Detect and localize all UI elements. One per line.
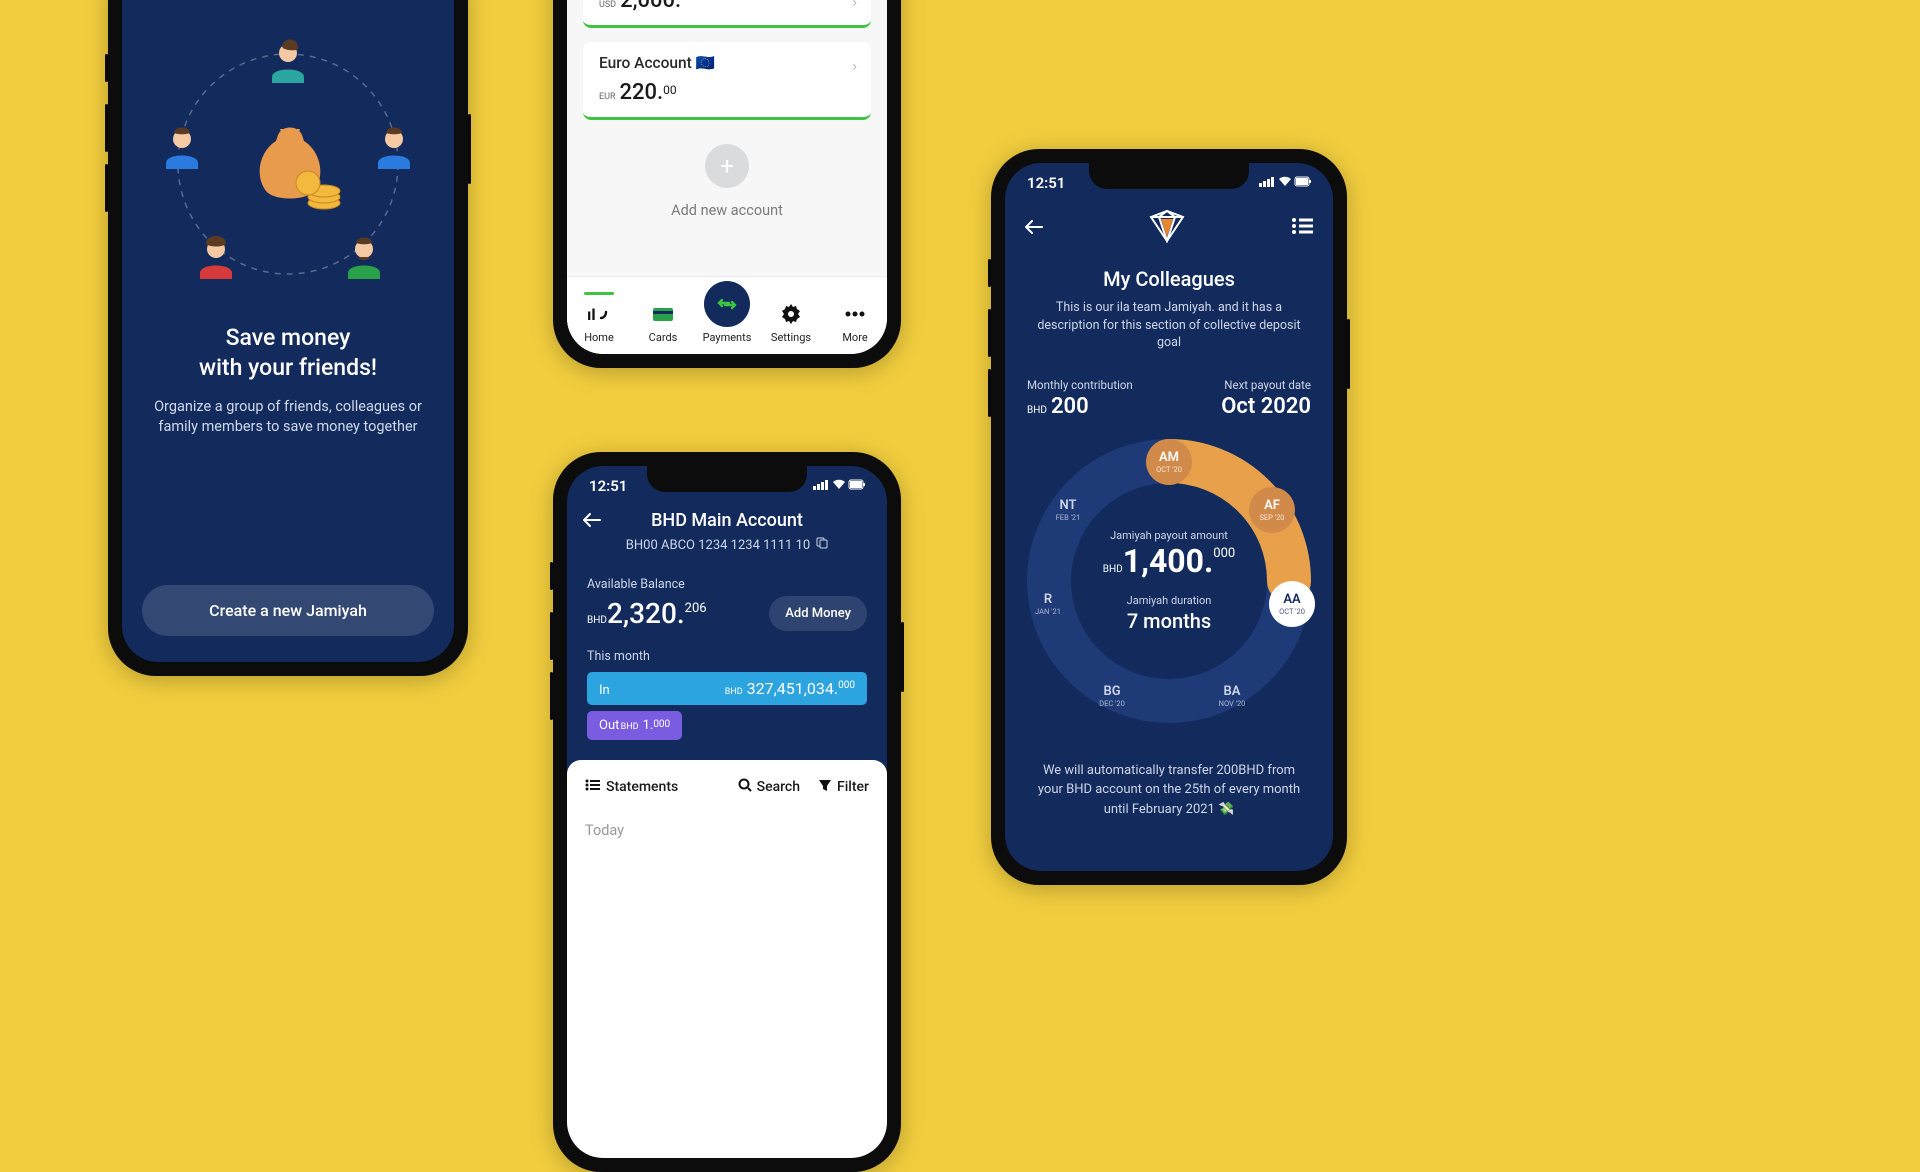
diamond-logo-icon (1043, 209, 1291, 247)
card-icon (635, 301, 691, 327)
status-icons (1259, 174, 1311, 192)
participant-chip[interactable]: RJAN '21 (1025, 581, 1071, 627)
back-arrow-icon[interactable] (583, 512, 601, 531)
statements-button[interactable]: Statements (585, 779, 678, 795)
status-icons (813, 477, 865, 495)
section-today: Today (585, 822, 869, 839)
search-icon (738, 778, 752, 796)
flag-eu-icon: 🇪🇺 (696, 54, 715, 72)
phone-accounts-list: › USD2,000. › Euro Account 🇪🇺 EUR220.00 … (553, 0, 901, 368)
duration-value: 7 months (1079, 609, 1259, 633)
menu-list-icon[interactable] (1291, 218, 1313, 238)
balance-amount: BHD2,320.206 (587, 597, 707, 630)
account-card-euro[interactable]: › Euro Account 🇪🇺 EUR220.00 (583, 42, 871, 120)
phone-jamiyah-onboarding: Jamiyah (108, 0, 468, 676)
home-logo-icon: ıl (571, 301, 627, 327)
tab-cards[interactable]: Cards (635, 301, 691, 344)
transactions-panel: Statements Search Filter Today (567, 760, 887, 1158)
this-month-label: This month (587, 649, 867, 664)
more-dots-icon (827, 301, 883, 327)
payout-amount: BHD1,400.000 (1079, 542, 1259, 580)
account-title: BHD Main Account (583, 510, 871, 531)
page-description: This is our ila team Jamiyah. and it has… (1027, 299, 1311, 352)
participant-chip[interactable]: BANOV '20 (1209, 673, 1255, 719)
copy-icon[interactable] (816, 537, 828, 553)
search-button[interactable]: Search (738, 778, 800, 796)
create-jamiyah-button[interactable]: Create a new Jamiyah (142, 585, 434, 636)
chevron-right-icon: › (852, 0, 857, 11)
account-card-title: Euro Account 🇪🇺 (599, 54, 855, 72)
status-time: 12:51 (589, 477, 627, 495)
participant-chip[interactable]: AFSEP '20 (1249, 487, 1295, 533)
onboarding-subtext: Organize a group of friends, colleagues … (142, 397, 434, 438)
tab-more[interactable]: More (827, 301, 883, 344)
gear-icon (763, 301, 819, 327)
svg-text:ıl: ıl (587, 305, 596, 323)
tab-payments[interactable]: Payments (699, 297, 755, 344)
filter-icon (818, 778, 832, 796)
tab-home[interactable]: ıl Home (571, 292, 627, 344)
participant-chip[interactable]: AMOCT '20 (1146, 439, 1192, 485)
friends-illustration (122, 19, 454, 303)
auto-transfer-note: We will automatically transfer 200BHD fr… (1031, 761, 1307, 820)
account-card-usd[interactable]: › USD2,000. (583, 0, 871, 28)
participant-chip[interactable]: NTFEB '21 (1045, 487, 1091, 533)
monthly-contribution: Monthly contribution BHD200 (1027, 378, 1133, 419)
inflow-bar: In BHD327,451,034.000 (587, 672, 867, 705)
phone-bhd-account: 12:51 BHD Main Account BH00 ABCO 1234 12… (553, 452, 901, 1172)
page-title: My Colleagues (1005, 267, 1333, 291)
bottom-tab-bar: ıl Home Cards Payments Settings More (567, 276, 887, 354)
iban-number: BH00 ABCO 1234 1234 1111 10 (583, 537, 871, 553)
filter-button[interactable]: Filter (818, 778, 869, 796)
status-time: 12:51 (1027, 174, 1065, 192)
outflow-bar: Out BHD1.000 (587, 711, 682, 740)
participant-chip[interactable]: BGDEC '20 (1089, 673, 1135, 719)
onboarding-heading: Save money with your friends! (142, 323, 434, 383)
add-account-button[interactable]: + (705, 144, 749, 188)
next-payout-date: Next payout date Oct 2020 (1221, 378, 1311, 419)
phone-my-colleagues: 12:51 My Colleagues This is our ila team… (991, 149, 1347, 885)
balance-label: Available Balance (587, 577, 867, 592)
add-account-label: Add new account (567, 202, 887, 219)
payments-swap-icon (704, 281, 750, 327)
participant-chip-active[interactable]: AAOCT '20 (1269, 581, 1315, 627)
participants-ring: Jamiyah payout amount BHD1,400.000 Jamiy… (1019, 431, 1319, 731)
tab-settings[interactable]: Settings (763, 301, 819, 344)
chevron-right-icon: › (852, 56, 857, 75)
list-icon (585, 779, 601, 795)
add-money-button[interactable]: Add Money (769, 596, 867, 631)
back-arrow-icon[interactable] (1025, 219, 1043, 238)
